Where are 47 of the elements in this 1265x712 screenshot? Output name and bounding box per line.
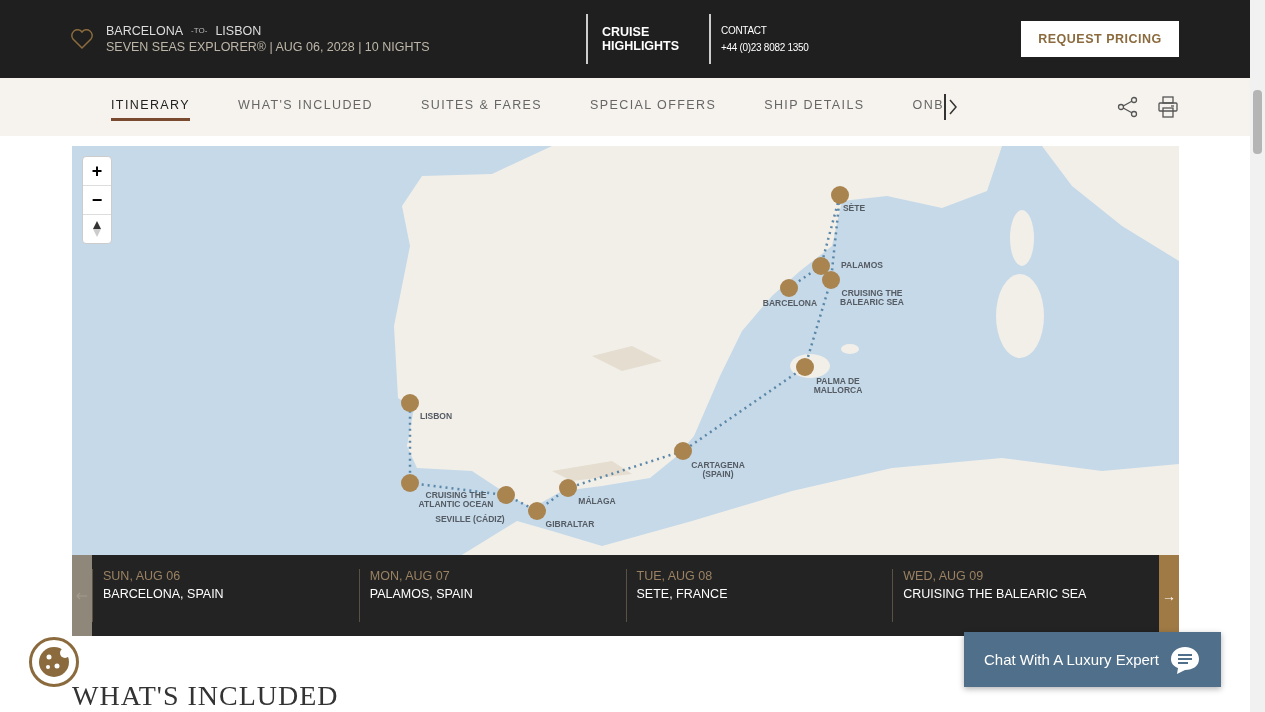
port-label: GIBRALTAR [544, 520, 596, 530]
port-label: SEVILLE (CÁDIZ) [434, 515, 506, 525]
destination-port: LISBON [215, 23, 262, 38]
section-heading: WHAT'S INCLUDED [72, 680, 340, 712]
port-label: CRUISING THE BALEARIC SEA [839, 288, 905, 308]
nav-tab[interactable]: SPECIAL OFFERS [590, 92, 717, 122]
nav-tab[interactable]: WHAT'S INCLUDED [238, 92, 374, 122]
day-date: TUE, AUG 08 [636, 569, 714, 584]
contact-label: CONTACT [721, 24, 768, 36]
port-label: BARCELONA [761, 299, 819, 309]
port-label: MÁLAGA [577, 497, 617, 507]
scroll-right-button[interactable] [943, 93, 960, 120]
port-label: CARTAGENA (SPAIN) [690, 460, 746, 480]
phone-number: +44 (0)23 8082 1350 [721, 41, 809, 53]
port-label: SÈTE [841, 204, 867, 214]
day-date: SUN, AUG 06 [103, 569, 182, 584]
chat-button[interactable]: Chat With A Luxury Expert [964, 632, 1221, 687]
nav-tab[interactable]: ITINERARY [111, 92, 191, 122]
request-pricing-button[interactable]: REQUEST PRICING [1021, 20, 1179, 57]
scrollbar[interactable] [1250, 0, 1265, 712]
port-label: PALMA DE MALLORCA [812, 376, 864, 396]
to-label: -TO- [191, 26, 208, 36]
nav-tab[interactable]: SUITES & FARES [421, 92, 543, 122]
zoom-in-button[interactable]: + [83, 157, 111, 187]
chat-bubble-icon [1169, 644, 1202, 675]
port-label: CRUISING THE ATLANTIC OCEAN [417, 490, 495, 510]
cookie-icon [37, 645, 71, 679]
nav-tab[interactable]: ONB [912, 92, 944, 122]
cruise-highlights-link[interactable]: CRUISE HIGHLIGHTS [588, 24, 709, 54]
cookie-settings-button[interactable] [29, 637, 79, 687]
day-port[interactable]: BARCELONA, SPAIN [103, 587, 349, 602]
print-icon[interactable] [1157, 95, 1179, 118]
voyage-details: SEVEN SEAS EXPLORER® | AUG 06, 2028 | 10 NIGHTS [106, 39, 431, 54]
day-port[interactable]: SETE, FRANCE [636, 587, 883, 602]
day-date: MON, AUG 07 [369, 569, 451, 584]
caret-icon [947, 97, 958, 116]
port-label: LISBON [418, 412, 454, 422]
day-port[interactable]: CRUISING THE BALEARIC SEA [903, 587, 1149, 602]
port-label: PALAMOS [840, 261, 884, 271]
share-icon[interactable] [1117, 95, 1139, 118]
nav-tab[interactable]: SHIP DETAILS [764, 92, 865, 122]
origin-port: BARCELONA [106, 23, 184, 38]
day-date: WED, AUG 09 [903, 569, 985, 584]
day-port[interactable]: PALAMOS, SPAIN [369, 587, 616, 602]
heart-icon[interactable] [70, 27, 94, 50]
compass-icon[interactable] [92, 220, 102, 239]
zoom-out-button[interactable]: − [83, 186, 111, 216]
